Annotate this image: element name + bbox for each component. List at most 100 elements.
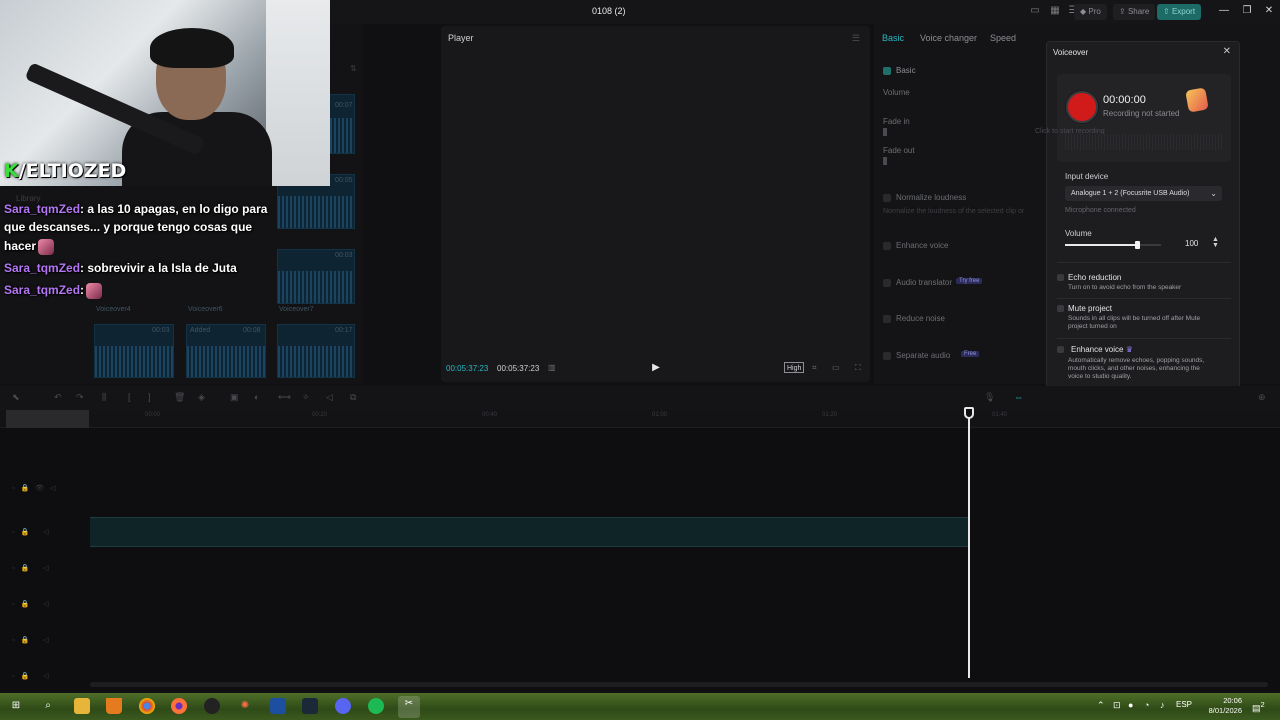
playhead[interactable] (968, 410, 970, 678)
close-window-icon[interactable]: ✕ (1261, 4, 1277, 18)
separate-audio-checkbox[interactable] (883, 352, 891, 360)
firefox-icon[interactable] (171, 698, 187, 714)
tab-voice-changer[interactable]: Voice changer (920, 33, 977, 43)
chat-message: hacer (4, 239, 55, 255)
volume-stepper-icon[interactable]: ▲ ▼ (1212, 236, 1219, 249)
mirror-icon[interactable]: ⟷ (278, 392, 291, 403)
premium-icon: ♛ (1125, 345, 1133, 354)
system-clock[interactable]: 20:06 8/01/2026 (1196, 696, 1242, 716)
select-tool-icon[interactable]: ⬉ (12, 392, 20, 403)
reduce-noise-checkbox[interactable] (883, 315, 891, 323)
mark-icon[interactable]: ◁ (326, 392, 333, 403)
volume-icon[interactable]: ♪ (1160, 700, 1165, 710)
crop-icon[interactable]: ⌗ (812, 362, 817, 373)
reverse-icon[interactable]: ◐ (254, 392, 259, 402)
chrome-icon[interactable] (139, 698, 155, 714)
network-app-icon[interactable] (270, 698, 286, 714)
ratio-icon[interactable]: ▭ (832, 362, 840, 373)
link-icon[interactable]: ⇔ (1014, 392, 1023, 402)
crop-tool-icon[interactable]: ⧉ (350, 392, 356, 403)
tray-app-icon[interactable]: ⊡ (1113, 700, 1121, 711)
quality-button[interactable]: High (784, 362, 805, 373)
basic-toggle[interactable] (883, 67, 891, 75)
timeline-scrollbar[interactable] (90, 682, 1268, 687)
volume-knob[interactable] (1135, 241, 1140, 249)
track-controls[interactable]: ▫🔒 ◁ (12, 636, 55, 644)
zoom-fit-icon[interactable]: ⊕ (1258, 392, 1266, 403)
current-timecode: 00:05:37:23 (446, 364, 489, 373)
clip-label: Voiceover7 (279, 306, 314, 313)
translator-checkbox[interactable] (883, 279, 891, 287)
level-meter (1065, 134, 1222, 150)
freeze-icon[interactable]: ▣ (230, 392, 239, 403)
search-icon[interactable]: ⌕ (40, 698, 56, 714)
notification-icon[interactable]: ▤2 (1252, 700, 1265, 714)
vlc-icon[interactable] (106, 698, 122, 714)
shield-icon[interactable]: ◈ (198, 392, 205, 403)
player-menu-icon[interactable]: ☰ (852, 33, 860, 44)
discord-icon[interactable] (335, 698, 351, 714)
translator-label: Audio translator (896, 278, 953, 287)
layout-icon[interactable]: ▭ (1028, 5, 1042, 17)
export-button[interactable]: ⇧ Export (1157, 4, 1202, 20)
volume-value[interactable]: 100 (1185, 239, 1198, 248)
chat-message: que descanses... y porque tengo cosas qu… (4, 220, 252, 234)
sort-icon[interactable]: ⇅ (350, 64, 357, 73)
close-icon[interactable]: ✕ (1223, 46, 1231, 57)
capcut-taskbar-icon[interactable]: ✂ (398, 696, 420, 718)
share-button[interactable]: ⇪ Share (1113, 4, 1156, 20)
normalize-checkbox[interactable] (883, 194, 891, 202)
obs-icon[interactable] (204, 698, 220, 714)
split-icon[interactable]: ⫼ (102, 392, 106, 403)
tab-speed[interactable]: Speed (990, 33, 1016, 43)
track-controls[interactable]: ▫🔒 ◁ (12, 564, 55, 572)
minimize-icon[interactable]: — (1216, 4, 1232, 18)
timecode-grid-icon[interactable]: ▥ (548, 362, 556, 373)
track-controls[interactable]: ▫🔒 ◁ (12, 672, 55, 680)
volume-slider[interactable] (1065, 241, 1161, 249)
clip-duration: 00:03 (335, 252, 353, 259)
windows-start-icon[interactable]: ⊞ (8, 698, 24, 714)
fade-in-slider[interactable] (883, 128, 887, 136)
mic-tray-icon[interactable]: ● (1128, 700, 1133, 710)
timeline-ruler[interactable]: 00:00 00:20 00:40 01:00 01:20 01:40 (0, 410, 1280, 428)
track-controls[interactable]: ▫🔒👁◁ (12, 484, 61, 492)
fade-out-slider[interactable] (883, 157, 887, 165)
timeline-tracks[interactable] (0, 428, 1280, 690)
enhance-checkbox[interactable] (883, 242, 891, 250)
ruler-mark: 01:20 (822, 412, 838, 418)
spotify-icon[interactable] (368, 698, 384, 714)
track-controls[interactable]: ▫🔒 ◁ (12, 600, 55, 608)
restore-icon[interactable]: ❐ (1239, 4, 1255, 18)
tab-basic[interactable]: Basic (882, 33, 904, 43)
delete-icon[interactable]: 🗑 (174, 392, 185, 403)
split-left-icon[interactable]: [ (128, 392, 131, 402)
steam-icon[interactable] (302, 698, 318, 714)
tray-chevron-icon[interactable]: ⌃ (1097, 700, 1105, 711)
input-device-value: Analogue 1 + 2 (Focusrite USB Audio) (1071, 190, 1190, 197)
emote-icon (86, 283, 103, 299)
redo-icon[interactable]: ↷ (76, 392, 84, 403)
wifi-icon[interactable]: ◔ (1144, 700, 1149, 710)
mute-project-checkbox[interactable] (1057, 305, 1064, 312)
fullscreen-icon[interactable]: ⛶ (855, 362, 861, 373)
record-mic-icon[interactable]: 🎙 (984, 392, 995, 403)
enhance-voice-checkbox[interactable] (1057, 346, 1064, 353)
magic-icon[interactable]: ✧ (302, 392, 310, 403)
input-device-select[interactable]: Analogue 1 + 2 (Focusrite USB Audio) ⌄ (1065, 186, 1222, 201)
playhead-handle[interactable] (964, 407, 974, 419)
pro-button[interactable]: ◆ Pro (1074, 4, 1107, 20)
record-button[interactable] (1066, 91, 1098, 123)
language-indicator[interactable]: ESP (1176, 700, 1192, 709)
split-right-icon[interactable]: ] (148, 392, 151, 402)
player-panel: Player ☰ 00:05:37:23 00:05:37:23 ▥ ▶ Hig… (441, 26, 870, 382)
track-controls[interactable]: ▫🔒 ◁ (12, 528, 55, 536)
echo-reduction-checkbox[interactable] (1057, 274, 1064, 281)
file-explorer-icon[interactable] (74, 698, 90, 714)
grid-icon[interactable]: ▦ (1048, 5, 1062, 17)
app-icon[interactable]: ✺ (237, 698, 253, 714)
mute-project-title: Mute project (1068, 304, 1113, 313)
undo-icon[interactable]: ↶ (54, 392, 62, 403)
audio-track-clip[interactable] (90, 517, 968, 547)
play-button[interactable]: ▶ (650, 362, 662, 374)
